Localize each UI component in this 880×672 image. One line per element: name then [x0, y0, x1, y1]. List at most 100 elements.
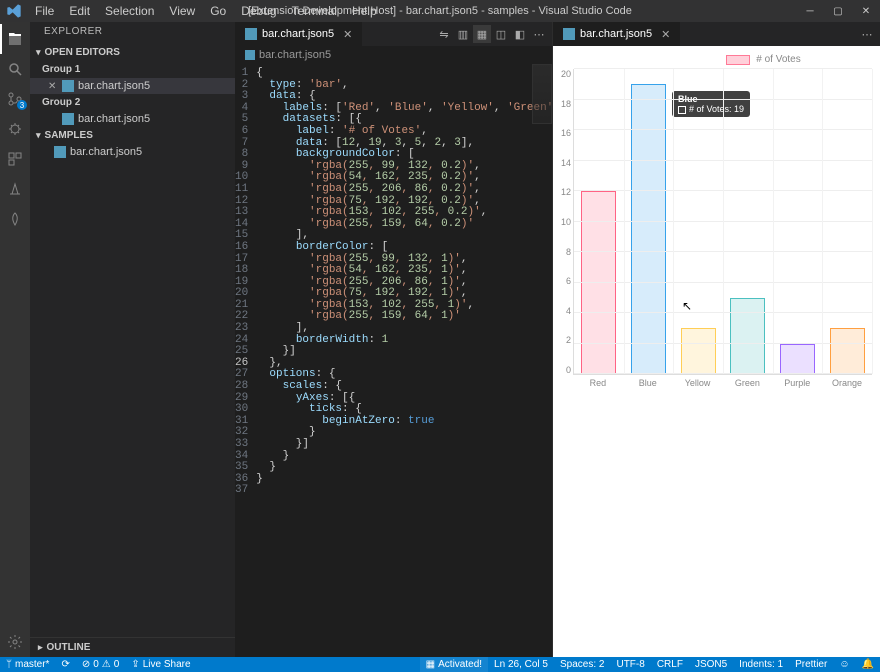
editor-group-2: bar.chart.json5 ✕ ⋯ # of Votes 201816141…	[553, 22, 880, 657]
group-2-label: Group 2	[42, 97, 80, 108]
menu-go[interactable]: Go	[203, 2, 233, 20]
chart-view-icon[interactable]: ▦	[473, 25, 491, 43]
status-branch[interactable]: ᛘ master*	[0, 657, 55, 672]
chart-grid[interactable]: Blue # of Votes: 19 ↖	[573, 69, 872, 375]
chart-tooltip: Blue # of Votes: 19	[672, 91, 750, 117]
window-title: [Extension Development Host] - bar.chart…	[248, 5, 632, 17]
chart-preview: # of Votes 20181614121086420 Blue # of V…	[553, 46, 880, 657]
activity-extensions-icon[interactable]	[0, 144, 30, 174]
open-editor-item-1[interactable]: ✕ bar.chart.json5	[30, 78, 235, 94]
status-encoding[interactable]: UTF-8	[610, 657, 650, 672]
group-1-header[interactable]: Group 1	[30, 61, 235, 78]
code-content[interactable]: { type: 'bar', data: { labels: ['Red', '…	[256, 64, 552, 657]
legend-swatch	[726, 55, 750, 65]
code-editor[interactable]: 1234567891011121314151617181920212223242…	[235, 64, 552, 657]
x-label: Red	[573, 375, 623, 388]
breadcrumb[interactable]: bar.chart.json5	[235, 46, 552, 64]
menu-selection[interactable]: Selection	[98, 2, 161, 20]
bar-red[interactable]	[581, 191, 616, 374]
open-editors-section[interactable]: ▾Open Editors	[30, 44, 235, 61]
split-editor-icon[interactable]: ◧	[511, 25, 529, 43]
open-editors-label: Open Editors	[45, 47, 120, 58]
outline-label: Outline	[47, 642, 91, 653]
more-icon[interactable]: ⋯	[530, 25, 548, 43]
menu-edit[interactable]: Edit	[62, 2, 97, 20]
x-label: Blue	[623, 375, 673, 388]
chart-legend[interactable]: # of Votes	[655, 54, 872, 65]
status-liveshare[interactable]: ⇪ Live Share	[125, 657, 196, 672]
status-feedback-icon[interactable]: ☺	[833, 657, 855, 672]
tab-bar-2: bar.chart.json5 ✕ ⋯	[553, 22, 880, 46]
tab-label: bar.chart.json5	[580, 28, 652, 40]
tab-bar-chart-preview[interactable]: bar.chart.json5 ✕	[553, 22, 680, 46]
maximize-button[interactable]: ▢	[824, 0, 852, 22]
group-1-label: Group 1	[42, 64, 80, 75]
status-eol[interactable]: CRLF	[651, 657, 689, 672]
status-lang[interactable]: JSON5	[689, 657, 733, 672]
y-axis: 20181614121086420	[555, 69, 573, 375]
status-sync[interactable]: ⟳	[55, 657, 75, 672]
sidebar-title: Explorer	[30, 22, 235, 44]
tab-bar-chart[interactable]: bar.chart.json5 ✕	[235, 22, 362, 46]
breadcrumb-label: bar.chart.json5	[259, 49, 331, 61]
editor-group-1: bar.chart.json5 ✕ ⇋ ▥ ▦ ◫ ◧ ⋯ bar.chart.…	[235, 22, 553, 657]
close-icon[interactable]: ✕	[661, 28, 670, 41]
status-activated[interactable]: ▦ Activated!	[420, 657, 488, 672]
activity-bar: 3	[0, 22, 30, 657]
outline-section[interactable]: ▸Outline	[30, 637, 235, 657]
status-spaces[interactable]: Spaces: 2	[554, 657, 610, 672]
file-name-label: bar.chart.json5	[70, 146, 142, 158]
json-file-icon	[245, 28, 257, 40]
activity-remote-icon[interactable]	[0, 174, 30, 204]
status-bell-icon[interactable]: 🔔	[856, 657, 880, 672]
close-window-button[interactable]: ✕	[852, 0, 880, 22]
open-editor-item-2[interactable]: bar.chart.json5	[30, 111, 235, 127]
activity-explorer-icon[interactable]	[0, 24, 30, 54]
status-indents[interactable]: Indents: 1	[733, 657, 789, 672]
status-errors[interactable]: ⊘0 ⚠0	[76, 657, 125, 672]
more-icon[interactable]: ⋯	[858, 25, 876, 43]
minimap[interactable]	[532, 64, 552, 124]
samples-section[interactable]: ▾samples	[30, 127, 235, 144]
tab-label: bar.chart.json5	[262, 28, 334, 40]
activity-scm-icon[interactable]: 3	[0, 84, 30, 114]
samples-label: samples	[45, 130, 93, 141]
title-bar: File Edit Selection View Go Debug Termin…	[0, 0, 880, 22]
group-2-header[interactable]: Group 2	[30, 94, 235, 111]
bar-purple[interactable]	[780, 344, 815, 375]
explorer-sidebar: Explorer ▾Open Editors Group 1 ✕ bar.char…	[30, 22, 235, 657]
compare-icon[interactable]: ⇋	[435, 25, 453, 43]
menu-view[interactable]: View	[162, 2, 202, 20]
bar-blue[interactable]	[631, 84, 666, 374]
minimize-button[interactable]: ─	[796, 0, 824, 22]
preview-side-icon[interactable]: ▥	[454, 25, 472, 43]
status-prettier[interactable]: Prettier	[789, 657, 833, 672]
activity-search-icon[interactable]	[0, 54, 30, 84]
bar-orange[interactable]	[830, 328, 865, 374]
tooltip-swatch	[678, 106, 686, 114]
bar-yellow[interactable]	[681, 328, 716, 374]
legend-label: # of Votes	[756, 54, 800, 65]
bar-green[interactable]	[730, 298, 765, 374]
close-icon[interactable]: ✕	[48, 81, 56, 92]
status-position[interactable]: Ln 26, Col 5	[488, 657, 554, 672]
json-file-icon	[563, 28, 575, 40]
json-file-icon	[62, 80, 74, 92]
file-name-label: bar.chart.json5	[78, 80, 150, 92]
activity-rocket-icon[interactable]	[0, 204, 30, 234]
split-horizontal-icon[interactable]: ◫	[492, 25, 510, 43]
json-file-icon	[62, 113, 74, 125]
menu-file[interactable]: File	[28, 2, 61, 20]
x-label: Orange	[822, 375, 872, 388]
json-file-icon	[54, 146, 66, 158]
activity-settings-icon[interactable]	[0, 627, 30, 657]
x-label: Green	[722, 375, 772, 388]
json-file-icon	[245, 50, 255, 60]
activity-debug-icon[interactable]	[0, 114, 30, 144]
tooltip-value: # of Votes: 19	[689, 104, 744, 114]
file-tree-item[interactable]: bar.chart.json5	[30, 144, 235, 160]
close-icon[interactable]: ✕	[343, 28, 352, 41]
file-name-label: bar.chart.json5	[78, 113, 150, 125]
status-bar: ᛘ master* ⟳ ⊘0 ⚠0 ⇪ Live Share ▦ Activat…	[0, 657, 880, 672]
vscode-logo-icon	[6, 3, 22, 19]
